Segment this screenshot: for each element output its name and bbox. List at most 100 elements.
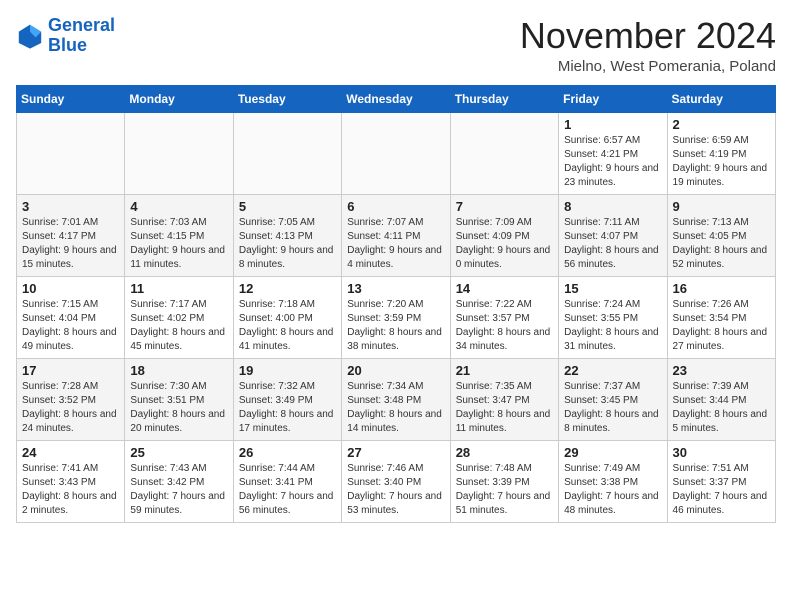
calendar-cell: 10 Sunrise: 7:15 AMSunset: 4:04 PMDayligh… bbox=[17, 276, 125, 358]
day-info: Sunrise: 7:28 AMSunset: 3:52 PMDaylight:… bbox=[22, 380, 119, 436]
day-number: 2 bbox=[673, 117, 770, 132]
day-number: 15 bbox=[564, 281, 661, 296]
calendar-cell: 26 Sunrise: 7:44 AMSunset: 3:41 PMDayligh… bbox=[233, 440, 341, 522]
calendar-cell: 11 Sunrise: 7:17 AMSunset: 4:02 PMDayligh… bbox=[125, 276, 233, 358]
calendar-week-row: 3Sunrise: 7:01 AMSunset: 4:17 PMDaylight… bbox=[17, 194, 776, 276]
day-number: 6 bbox=[347, 199, 444, 214]
day-info: Sunrise: 7:03 AMSunset: 4:15 PMDaylight:… bbox=[130, 216, 227, 272]
calendar-cell: 14 Sunrise: 7:22 AMSunset: 3:57 PMDayligh… bbox=[450, 276, 558, 358]
col-header-thursday: Thursday bbox=[450, 85, 558, 112]
day-info: Sunrise: 7:07 AMSunset: 4:11 PMDaylight:… bbox=[347, 216, 444, 272]
col-header-wednesday: Wednesday bbox=[342, 85, 450, 112]
calendar-cell: 22 Sunrise: 7:37 AMSunset: 3:45 PMDayligh… bbox=[559, 358, 667, 440]
day-info: Sunrise: 7:49 AMSunset: 3:38 PMDaylight:… bbox=[564, 462, 661, 518]
calendar-cell: 4 Sunrise: 7:03 AMSunset: 4:15 PMDaylight… bbox=[125, 194, 233, 276]
calendar-cell: 17Sunrise: 7:28 AMSunset: 3:52 PMDayligh… bbox=[17, 358, 125, 440]
day-info: Sunrise: 6:57 AMSunset: 4:21 PMDaylight:… bbox=[564, 134, 661, 190]
day-info: Sunrise: 7:15 AMSunset: 4:04 PMDaylight:… bbox=[22, 298, 119, 354]
day-info: Sunrise: 7:09 AMSunset: 4:09 PMDaylight:… bbox=[456, 216, 553, 272]
day-number: 26 bbox=[239, 445, 336, 460]
day-number: 8 bbox=[564, 199, 661, 214]
day-number: 29 bbox=[564, 445, 661, 460]
calendar-week-row: 24 Sunrise: 7:41 AMSunset: 3:43 PMDayligh… bbox=[17, 440, 776, 522]
calendar-cell: 24 Sunrise: 7:41 AMSunset: 3:43 PMDayligh… bbox=[17, 440, 125, 522]
calendar-table: SundayMondayTuesdayWednesdayThursdayFrid… bbox=[16, 85, 776, 523]
day-info: Sunrise: 7:39 AMSunset: 3:44 PMDaylight:… bbox=[673, 380, 770, 436]
col-header-friday: Friday bbox=[559, 85, 667, 112]
day-info: Sunrise: 7:43 AMSunset: 3:42 PMDaylight:… bbox=[130, 462, 227, 518]
day-info: Sunrise: 7:44 AMSunset: 3:41 PMDaylight:… bbox=[239, 462, 336, 518]
day-info: Sunrise: 7:41 AMSunset: 3:43 PMDaylight:… bbox=[22, 462, 119, 518]
day-info: Sunrise: 7:37 AMSunset: 3:45 PMDaylight:… bbox=[564, 380, 661, 436]
day-info: Sunrise: 7:46 AMSunset: 3:40 PMDaylight:… bbox=[347, 462, 444, 518]
calendar-cell: 27 Sunrise: 7:46 AMSunset: 3:40 PMDayligh… bbox=[342, 440, 450, 522]
day-info: Sunrise: 7:13 AMSunset: 4:05 PMDaylight:… bbox=[673, 216, 770, 272]
day-number: 14 bbox=[456, 281, 553, 296]
day-number: 20 bbox=[347, 363, 444, 378]
day-info: Sunrise: 7:48 AMSunset: 3:39 PMDaylight:… bbox=[456, 462, 553, 518]
calendar-cell: 3Sunrise: 7:01 AMSunset: 4:17 PMDaylight… bbox=[17, 194, 125, 276]
day-info: Sunrise: 7:30 AMSunset: 3:51 PMDaylight:… bbox=[130, 380, 227, 436]
calendar-cell: 25 Sunrise: 7:43 AMSunset: 3:42 PMDayligh… bbox=[125, 440, 233, 522]
day-number: 5 bbox=[239, 199, 336, 214]
calendar-cell: 8 Sunrise: 7:11 AMSunset: 4:07 PMDaylight… bbox=[559, 194, 667, 276]
day-number: 23 bbox=[673, 363, 770, 378]
day-number: 27 bbox=[347, 445, 444, 460]
day-number: 10 bbox=[22, 281, 119, 296]
day-info: Sunrise: 7:26 AMSunset: 3:54 PMDaylight:… bbox=[673, 298, 770, 354]
day-number: 18 bbox=[130, 363, 227, 378]
logo-text: General Blue bbox=[48, 16, 115, 56]
calendar-cell: 1 Sunrise: 6:57 AMSunset: 4:21 PMDaylight… bbox=[559, 112, 667, 194]
day-info: Sunrise: 7:11 AMSunset: 4:07 PMDaylight:… bbox=[564, 216, 661, 272]
day-number: 19 bbox=[239, 363, 336, 378]
title-section: November 2024 Mielno, West Pomerania, Po… bbox=[520, 16, 776, 75]
day-info: Sunrise: 7:20 AMSunset: 3:59 PMDaylight:… bbox=[347, 298, 444, 354]
col-header-sunday: Sunday bbox=[17, 85, 125, 112]
calendar-cell: 5Sunrise: 7:05 AMSunset: 4:13 PMDaylight… bbox=[233, 194, 341, 276]
calendar-cell: 20Sunrise: 7:34 AMSunset: 3:48 PMDayligh… bbox=[342, 358, 450, 440]
day-number: 16 bbox=[673, 281, 770, 296]
calendar-cell bbox=[450, 112, 558, 194]
day-info: Sunrise: 7:22 AMSunset: 3:57 PMDaylight:… bbox=[456, 298, 553, 354]
calendar-cell: 7 Sunrise: 7:09 AMSunset: 4:09 PMDaylight… bbox=[450, 194, 558, 276]
calendar-cell: 18 Sunrise: 7:30 AMSunset: 3:51 PMDayligh… bbox=[125, 358, 233, 440]
calendar-cell: 19Sunrise: 7:32 AMSunset: 3:49 PMDayligh… bbox=[233, 358, 341, 440]
day-number: 9 bbox=[673, 199, 770, 214]
calendar-cell: 21Sunrise: 7:35 AMSunset: 3:47 PMDayligh… bbox=[450, 358, 558, 440]
calendar-header-row: SundayMondayTuesdayWednesdayThursdayFrid… bbox=[17, 85, 776, 112]
day-number: 24 bbox=[22, 445, 119, 460]
location-subtitle: Mielno, West Pomerania, Poland bbox=[520, 58, 776, 75]
day-number: 28 bbox=[456, 445, 553, 460]
day-number: 11 bbox=[130, 281, 227, 296]
day-number: 25 bbox=[130, 445, 227, 460]
day-number: 4 bbox=[130, 199, 227, 214]
day-number: 1 bbox=[564, 117, 661, 132]
day-info: Sunrise: 7:18 AMSunset: 4:00 PMDaylight:… bbox=[239, 298, 336, 354]
day-number: 21 bbox=[456, 363, 553, 378]
calendar-week-row: 17Sunrise: 7:28 AMSunset: 3:52 PMDayligh… bbox=[17, 358, 776, 440]
calendar-week-row: 1 Sunrise: 6:57 AMSunset: 4:21 PMDaylight… bbox=[17, 112, 776, 194]
page-header: General Blue November 2024 Mielno, West … bbox=[16, 16, 776, 75]
day-number: 13 bbox=[347, 281, 444, 296]
calendar-cell: 28 Sunrise: 7:48 AMSunset: 3:39 PMDayligh… bbox=[450, 440, 558, 522]
day-info: Sunrise: 7:17 AMSunset: 4:02 PMDaylight:… bbox=[130, 298, 227, 354]
calendar-cell bbox=[342, 112, 450, 194]
col-header-saturday: Saturday bbox=[667, 85, 775, 112]
day-info: Sunrise: 7:24 AMSunset: 3:55 PMDaylight:… bbox=[564, 298, 661, 354]
calendar-cell: 15 Sunrise: 7:24 AMSunset: 3:55 PMDayligh… bbox=[559, 276, 667, 358]
col-header-tuesday: Tuesday bbox=[233, 85, 341, 112]
logo-icon bbox=[16, 22, 44, 50]
day-info: Sunrise: 7:51 AMSunset: 3:37 PMDaylight:… bbox=[673, 462, 770, 518]
calendar-cell: 13 Sunrise: 7:20 AMSunset: 3:59 PMDayligh… bbox=[342, 276, 450, 358]
day-info: Sunrise: 6:59 AMSunset: 4:19 PMDaylight:… bbox=[673, 134, 770, 190]
day-info: Sunrise: 7:01 AMSunset: 4:17 PMDaylight:… bbox=[22, 216, 119, 272]
month-title: November 2024 bbox=[520, 16, 776, 56]
day-number: 7 bbox=[456, 199, 553, 214]
calendar-cell: 30 Sunrise: 7:51 AMSunset: 3:37 PMDayligh… bbox=[667, 440, 775, 522]
calendar-cell bbox=[125, 112, 233, 194]
calendar-cell: 23 Sunrise: 7:39 AMSunset: 3:44 PMDayligh… bbox=[667, 358, 775, 440]
day-number: 22 bbox=[564, 363, 661, 378]
calendar-cell: 2 Sunrise: 6:59 AMSunset: 4:19 PMDaylight… bbox=[667, 112, 775, 194]
calendar-week-row: 10 Sunrise: 7:15 AMSunset: 4:04 PMDayligh… bbox=[17, 276, 776, 358]
day-number: 30 bbox=[673, 445, 770, 460]
